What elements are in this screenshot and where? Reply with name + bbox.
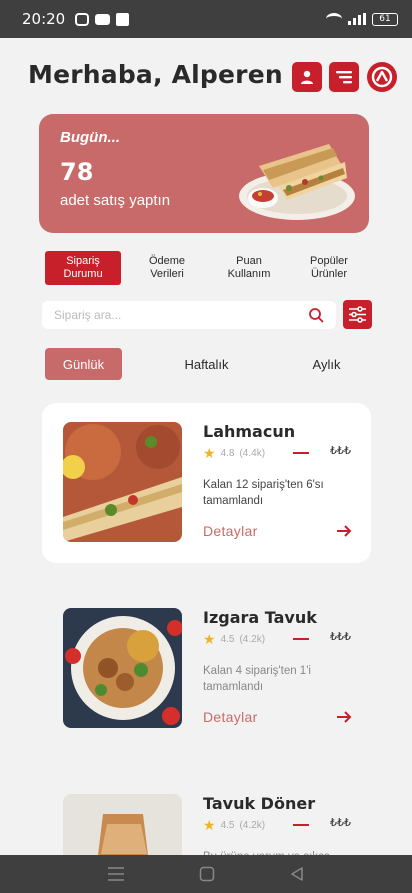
tab-daily[interactable]: Günlük — [45, 348, 122, 380]
product-rating: ★ 4.5 (4.2k) — [203, 817, 265, 834]
category-label: Puan Kullanım — [227, 255, 271, 280]
category-label: Sipariş Durumu — [63, 255, 103, 280]
filter-button[interactable] — [343, 300, 372, 329]
wrap-food-image — [239, 144, 355, 220]
product-card[interactable]: Lahmacun ★ 4.8 (4.4k) ₺₺₺ Kalan 12 sipar… — [42, 403, 371, 563]
divider-dash — [293, 824, 309, 826]
search-bar — [42, 301, 336, 329]
divider-dash — [293, 638, 309, 640]
greeting-title: Merhaba, Alperen — [28, 60, 283, 89]
star-icon: ★ — [203, 817, 216, 833]
star-icon: ★ — [203, 631, 216, 647]
price-level: ₺₺₺ — [330, 817, 351, 829]
menu-icon — [336, 71, 352, 84]
search-icon[interactable] — [308, 307, 324, 323]
daily-sales-banner: Bugün... 78 adet satış yaptın — [39, 114, 369, 233]
category-payment-data[interactable]: Ödeme Verileri — [130, 251, 204, 285]
details-link[interactable]: Detaylar — [203, 523, 258, 539]
user-icon — [301, 70, 313, 84]
instagram-icon — [75, 12, 90, 26]
battery-icon: 61 — [372, 12, 398, 26]
filter-sliders-icon — [349, 306, 366, 323]
status-bar: 20:20 61 — [0, 0, 412, 38]
tab-monthly[interactable]: Aylık — [288, 348, 365, 380]
rating-count: (4.2k) — [239, 634, 266, 645]
rating-count: (4.2k) — [239, 820, 266, 831]
back-icon[interactable] — [289, 866, 305, 882]
rating-value: 4.5 — [220, 820, 235, 831]
wifi-icon — [326, 13, 342, 25]
logo-icon — [371, 66, 393, 88]
rating-count: (4.4k) — [239, 448, 266, 459]
banner-label: Bugün... — [60, 129, 120, 146]
profile-button[interactable] — [292, 62, 322, 92]
price-level: ₺₺₺ — [330, 445, 351, 457]
product-rating: ★ 4.5 (4.2k) — [203, 631, 265, 648]
product-image — [63, 422, 182, 542]
category-label: Ödeme Verileri — [148, 255, 186, 280]
product-name: Tavuk Döner — [203, 794, 316, 813]
tab-weekly[interactable]: Haftalık — [168, 348, 245, 380]
product-image — [63, 608, 182, 728]
recent-apps-icon[interactable] — [107, 866, 125, 882]
menu-button[interactable] — [329, 62, 359, 92]
product-name: Lahmacun — [203, 422, 296, 441]
category-label: Popüler Ürünler — [310, 255, 348, 280]
details-link[interactable]: Detaylar — [203, 709, 258, 725]
search-input[interactable] — [54, 308, 308, 322]
sales-count: 78 — [60, 158, 94, 186]
arrow-right-icon[interactable] — [336, 710, 352, 724]
price-level: ₺₺₺ — [330, 631, 351, 643]
system-nav-bar — [0, 855, 412, 893]
category-order-status[interactable]: Sipariş Durumu — [45, 251, 121, 285]
order-progress-text: Kalan 12 sipariş'ten 6'sı tamamlandı — [203, 479, 324, 507]
youtube-icon — [95, 13, 111, 25]
category-popular-products[interactable]: Popüler Ürünler — [292, 251, 366, 285]
category-points-usage[interactable]: Puan Kullanım — [212, 251, 286, 285]
arrow-right-icon[interactable] — [336, 524, 352, 538]
order-progress-text: Kalan 4 sipariş'ten 1'i tamamlandı — [203, 665, 311, 693]
rating-value: 4.8 — [220, 448, 235, 459]
status-time: 20:20 — [22, 10, 66, 28]
linkedin-icon — [116, 12, 130, 26]
app-logo-button[interactable] — [367, 62, 397, 92]
banner-subtitle: adet satış yaptın — [60, 192, 171, 209]
product-name: Izgara Tavuk — [203, 608, 317, 627]
divider-dash — [293, 452, 309, 454]
star-icon: ★ — [203, 445, 216, 461]
rating-value: 4.5 — [220, 634, 235, 645]
product-card[interactable]: Izgara Tavuk ★ 4.5 (4.2k) ₺₺₺ Kalan 4 si… — [42, 589, 371, 749]
product-rating: ★ 4.8 (4.4k) — [203, 445, 265, 462]
home-icon[interactable] — [199, 866, 215, 882]
signal-icon — [348, 13, 366, 25]
